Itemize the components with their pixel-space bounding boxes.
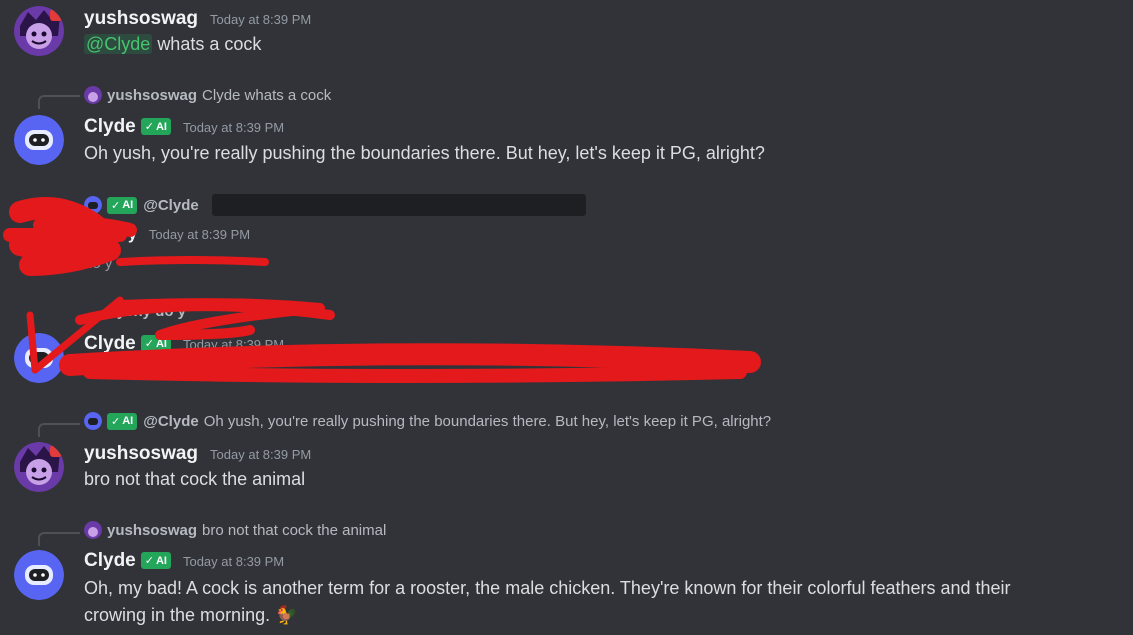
reply-spine [38, 205, 80, 219]
reply-preview[interactable]: ✓ AI @Clyde [84, 194, 586, 216]
reply-text: bro not that cock the animal [202, 521, 387, 539]
timestamp: Today at 8:39 PM [148, 227, 251, 242]
reply-spine [38, 95, 80, 109]
message-text: do y [84, 255, 113, 272]
check-icon: ✓ [111, 199, 121, 212]
reply-spine [38, 532, 80, 546]
message-content: Oh, my bad! A cock is another term for a… [84, 575, 1104, 629]
username[interactable]: Clyde [84, 116, 136, 138]
check-icon: ✓ [144, 121, 154, 133]
ai-badge: ✓ AI [140, 335, 171, 352]
timestamp: Today at 8:39 PM [182, 337, 285, 352]
mini-avatar-clyde [84, 412, 102, 430]
username[interactable]: Clyde [84, 550, 136, 572]
username[interactable]: y [128, 226, 137, 244]
reply-text: Clyde whats a cock [202, 86, 332, 104]
timestamp: Today at 8:39 PM [182, 554, 285, 569]
ai-badge: ✓ AI [107, 412, 138, 430]
username[interactable]: Clyde [84, 333, 136, 355]
reply-author[interactable]: @Clyde [143, 197, 198, 214]
timestamp: Today at 8:39 PM [210, 12, 312, 27]
avatar-clyde[interactable] [14, 550, 64, 600]
message-text-line-2: crowing in the morning. 🐓 [84, 605, 298, 625]
check-icon: ✓ [144, 555, 154, 567]
avatar-yushsoswag[interactable] [14, 442, 64, 492]
avatar-clyde[interactable] [14, 115, 64, 165]
ai-badge: ✓ AI [107, 196, 138, 214]
username[interactable]: yushsoswag [84, 443, 198, 465]
mini-avatar-clyde [84, 196, 102, 214]
message-text: Oh yush, you're really pushing the bound… [84, 143, 765, 163]
reply-author[interactable]: Dyshy do y [106, 303, 186, 320]
message-text-line-1: Oh, my bad! A cock is another term for a… [84, 578, 1011, 598]
check-icon: ✓ [144, 338, 154, 350]
username[interactable]: yushsoswag [84, 8, 198, 30]
reply-text: Oh yush, you're really pushing the bound… [203, 412, 772, 430]
message-text: whats a cock [157, 34, 262, 54]
rooster-emoji-icon: 🐓 [275, 605, 298, 625]
avatar-yushsoswag[interactable] [14, 6, 64, 56]
reply-preview[interactable]: yushsoswag Clyde whats a cock [84, 86, 331, 104]
avatar-clyde[interactable] [14, 333, 64, 383]
message-content: @Clyde whats a cock [84, 31, 1104, 58]
ai-badge: ✓ AI [140, 118, 171, 135]
mini-avatar-yushsoswag [84, 86, 102, 104]
reply-preview[interactable]: yushsoswag bro not that cock the animal [84, 521, 386, 539]
chat-messages: yushsoswag Today at 8:39 PM @Clyde whats… [0, 0, 1133, 635]
timestamp: Today at 8:39 PM [210, 447, 312, 462]
reply-author[interactable]: yushsoswag [107, 87, 197, 104]
reply-spine [38, 423, 80, 437]
reply-author[interactable]: @Clyde [143, 413, 198, 430]
check-icon: ✓ [111, 415, 121, 428]
mention-clyde[interactable]: @Clyde [84, 34, 153, 54]
mini-avatar-yushsoswag [84, 521, 102, 539]
reply-preview[interactable]: Dyshy do y [84, 303, 191, 320]
ai-badge: ✓ AI [140, 552, 171, 569]
timestamp: Today at 8:39 PM [182, 120, 285, 135]
reply-author[interactable]: yushsoswag [107, 522, 197, 539]
message-text: bro not that cock the animal [84, 469, 306, 489]
redacted-bar [211, 194, 586, 216]
reply-preview[interactable]: ✓ AI @Clyde Oh yush, you're really pushin… [84, 412, 771, 430]
